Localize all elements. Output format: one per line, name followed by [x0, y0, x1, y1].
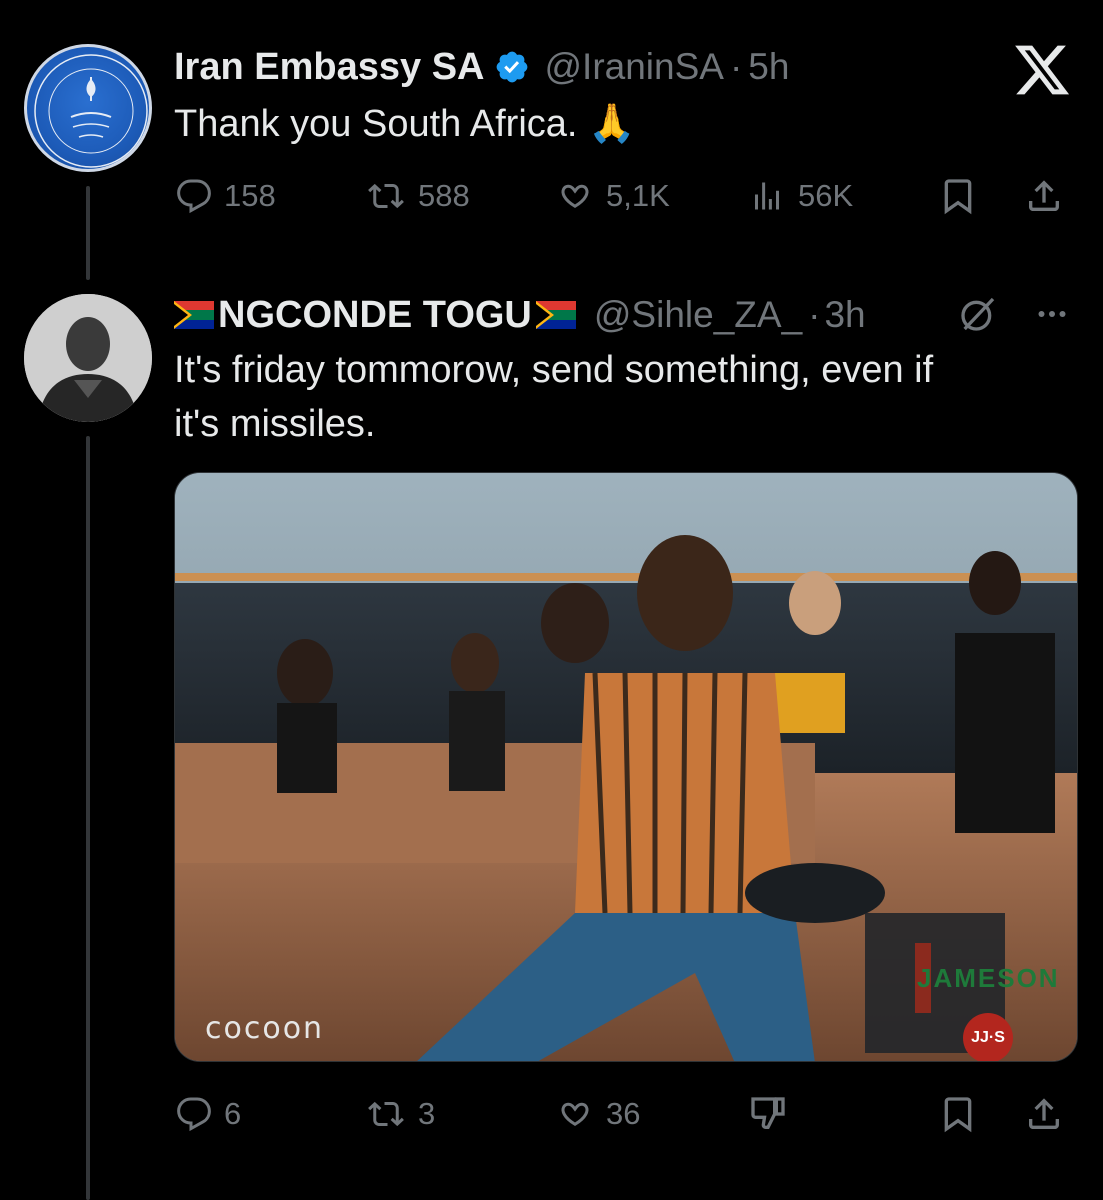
thread-connector-line-2	[86, 436, 90, 1200]
like-icon	[561, 184, 589, 209]
tweet2-text-line2: it's missiles.	[174, 403, 376, 445]
user-photo	[24, 294, 152, 422]
verified-badge-icon	[494, 49, 530, 85]
like-button[interactable]: 5,1K	[556, 172, 670, 220]
tweet1-actions: 158 588 5,1K 56K	[172, 172, 1072, 220]
like-icon	[561, 1102, 589, 1127]
retweet-icon	[368, 1101, 404, 1127]
tweet2-actions: 6 3 36	[172, 1090, 1072, 1138]
tweet-time[interactable]: 5h	[748, 46, 789, 88]
more-icon[interactable]	[1030, 296, 1074, 337]
share-button[interactable]	[1024, 1090, 1064, 1138]
like-count: 5,1K	[606, 178, 670, 213]
share-icon	[1029, 180, 1059, 211]
author-handle[interactable]: @IraninSA	[544, 46, 723, 88]
avatar-user[interactable]	[24, 294, 152, 422]
bookmark-button[interactable]	[938, 172, 978, 220]
bookmark-icon	[944, 1097, 972, 1133]
tweet1-header: Iran Embassy SA @IraninSA · 5h	[174, 44, 789, 90]
thread-view: Iran Embassy SA @IraninSA · 5h Thank you…	[0, 0, 1103, 1200]
reply-icon	[177, 1097, 211, 1132]
dislike-icon	[751, 1097, 785, 1129]
avatar-embassy[interactable]	[24, 44, 152, 172]
like-count: 36	[606, 1096, 641, 1131]
dot-separator: ·	[808, 294, 821, 335]
author-handle[interactable]: @Sihle_ZA_	[594, 294, 802, 336]
views-icon	[755, 182, 779, 210]
bookmark-button[interactable]	[938, 1090, 978, 1138]
share-button[interactable]	[1024, 172, 1064, 220]
views-button[interactable]: 56K	[748, 172, 853, 220]
embassy-seal-icon	[34, 54, 148, 168]
media-badge: JJ·S	[963, 1013, 1013, 1061]
bookmark-icon	[944, 179, 972, 215]
reply-count: 158	[224, 178, 276, 213]
retweet-button[interactable]: 3	[366, 1090, 435, 1138]
tweet-time[interactable]: 3h	[824, 294, 865, 336]
author-name[interactable]: NGCONDE TOGU	[218, 294, 532, 337]
retweet-icon	[368, 183, 404, 209]
media-brand: JAMESON	[917, 963, 1060, 993]
like-button[interactable]: 36	[556, 1090, 640, 1138]
south-africa-flag-icon-2	[535, 301, 576, 329]
reply-icon	[177, 179, 211, 214]
tweet-media-image[interactable]: cocoon JAMESON JJ·S	[174, 472, 1078, 1062]
reply-count: 6	[224, 1096, 242, 1131]
reply-button[interactable]: 6	[176, 1090, 241, 1138]
retweet-count: 588	[418, 178, 470, 213]
tweet1-text: Thank you South Africa. 🙏	[174, 103, 636, 145]
views-count: 56K	[798, 178, 854, 213]
retweet-count: 3	[418, 1096, 436, 1131]
author-name[interactable]: Iran Embassy SA	[174, 46, 484, 89]
retweet-button[interactable]: 588	[366, 172, 470, 220]
dislike-button[interactable]	[748, 1090, 788, 1138]
tweet2-header: NGCONDE TOGU @Sihle_ZA_ · 3h	[174, 292, 866, 338]
grok-icon[interactable]	[958, 294, 998, 339]
media-watermark: cocoon	[205, 1011, 325, 1046]
x-logo-icon[interactable]	[1010, 40, 1074, 100]
reply-button[interactable]: 158	[176, 172, 276, 220]
dot-separator: ·	[729, 46, 743, 87]
south-africa-flag-icon	[174, 301, 214, 329]
tweet2-text-line1: It's friday tommorow, send something, ev…	[174, 349, 934, 391]
thread-connector-line	[86, 186, 90, 280]
share-icon	[1029, 1098, 1059, 1129]
